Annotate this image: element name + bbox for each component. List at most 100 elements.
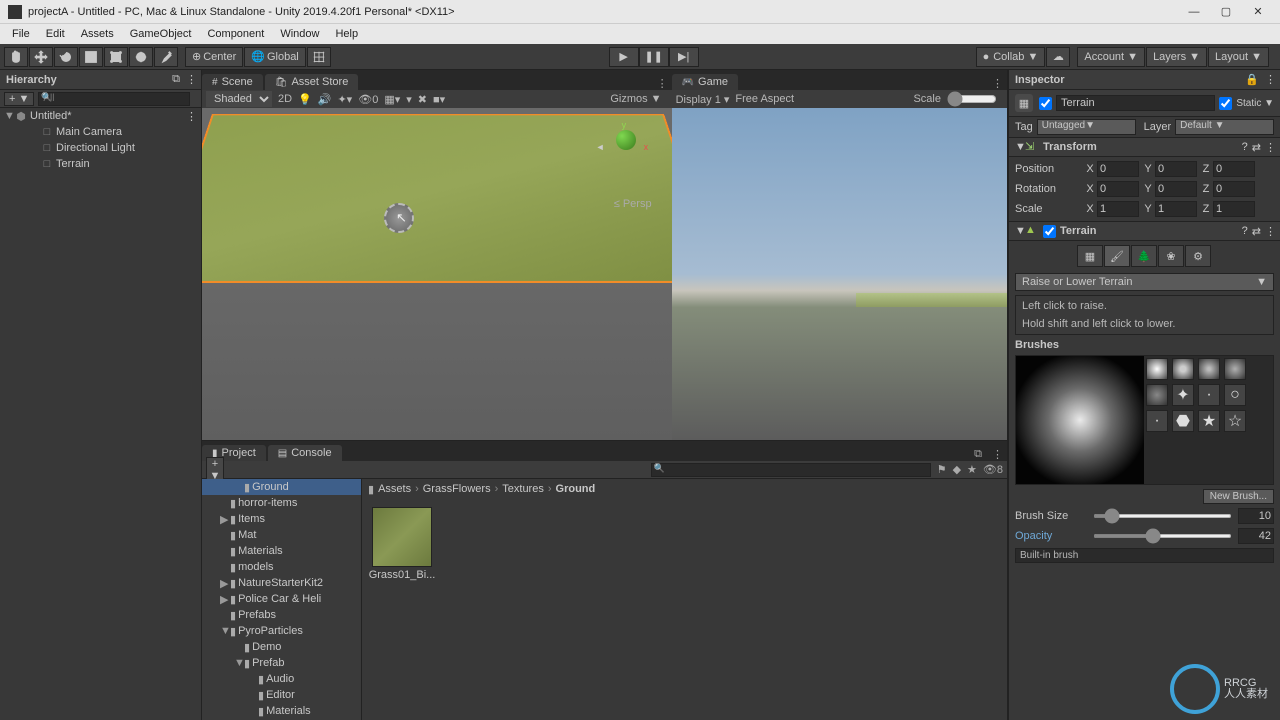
hand-tool-button[interactable]: [4, 47, 28, 67]
game-scale-slider[interactable]: [947, 91, 997, 107]
close-button[interactable]: ✕: [1244, 2, 1272, 22]
brush-item-3[interactable]: [1198, 358, 1220, 380]
scene-light-toggle[interactable]: 💡: [298, 93, 312, 106]
scene-viewport[interactable]: ↖ y x ◄ ≤ Persp: [202, 108, 672, 440]
project-popout-icon[interactable]: ⧉: [970, 448, 986, 461]
layers-dropdown[interactable]: Layers ▼: [1146, 47, 1207, 67]
pause-button[interactable]: ❚❚: [639, 47, 669, 67]
layout-dropdown[interactable]: Layout ▼: [1208, 47, 1269, 67]
help-icon[interactable]: ?: [1242, 225, 1248, 237]
gameobject-name-input[interactable]: [1056, 95, 1215, 111]
menu-component[interactable]: Component: [199, 28, 272, 40]
pivot-toggle[interactable]: ⊕Center: [185, 47, 243, 67]
terrain-create-neighbor-button[interactable]: ▦: [1077, 245, 1103, 267]
inspector-lock-icon[interactable]: 🔒: [1245, 73, 1259, 86]
persp-label[interactable]: ≤ Persp: [614, 198, 652, 210]
brush-item-star-outline[interactable]: ☆: [1224, 410, 1246, 432]
brush-item-cross[interactable]: ✦: [1172, 384, 1194, 406]
folder-items[interactable]: ▶▮Items: [202, 511, 361, 527]
scene-menu-icon[interactable]: ⋮: [186, 110, 195, 123]
collab-dropdown[interactable]: ●Collab ▼: [976, 47, 1046, 67]
tab-scene[interactable]: #Scene: [202, 74, 263, 90]
terrain-details-button[interactable]: ❀: [1158, 245, 1184, 267]
scene-tab-menu-icon[interactable]: ⋮: [651, 77, 672, 90]
brush-item-9[interactable]: ·: [1146, 410, 1168, 432]
preset-icon[interactable]: ⇄: [1252, 225, 1261, 238]
folder-mat[interactable]: ▮Mat: [202, 527, 361, 543]
hierarchy-menu-icon[interactable]: ⋮: [186, 73, 195, 86]
scene-fx-toggle[interactable]: ✦▾: [337, 93, 352, 106]
scene-camera-icon[interactable]: ■▾: [433, 93, 445, 106]
favorites-filter-icon[interactable]: ★: [967, 463, 977, 476]
tag-dropdown[interactable]: Untagged▼: [1037, 119, 1136, 135]
opacity-value[interactable]: 42: [1238, 528, 1274, 544]
breadcrumb-textures[interactable]: Textures: [502, 483, 544, 495]
rect-tool-button[interactable]: [104, 47, 128, 67]
maximize-button[interactable]: ▢: [1212, 2, 1240, 22]
terrain-trees-button[interactable]: 🌲: [1131, 245, 1157, 267]
hierarchy-search-input[interactable]: [38, 92, 190, 106]
brush-item-star[interactable]: ★: [1198, 410, 1220, 432]
hierarchy-scene-row[interactable]: ▼⬢ Untitled* ⋮: [0, 108, 201, 124]
component-menu-icon[interactable]: ⋮: [1265, 225, 1274, 238]
brush-item-4[interactable]: [1224, 358, 1246, 380]
brush-item-hex[interactable]: ⬣: [1172, 410, 1194, 432]
breadcrumb-assets[interactable]: Assets: [378, 483, 411, 495]
scale-x-input[interactable]: [1097, 201, 1139, 217]
game-tab-menu-icon[interactable]: ⋮: [986, 77, 1007, 90]
opacity-slider[interactable]: [1093, 534, 1232, 538]
layer-dropdown[interactable]: Default ▼: [1175, 119, 1274, 135]
folder-prefabs[interactable]: ▮Prefabs: [202, 607, 361, 623]
terrain-foldout-icon[interactable]: ▼: [1015, 225, 1025, 237]
toggle-2d[interactable]: 2D: [278, 93, 292, 105]
step-button[interactable]: ▶|: [669, 47, 699, 67]
scene-camera-toggle[interactable]: ▦▾: [384, 93, 400, 106]
brush-item-7[interactable]: ·: [1198, 384, 1220, 406]
brush-size-value[interactable]: 10: [1238, 508, 1274, 524]
folder-editor[interactable]: ▮Editor: [202, 687, 361, 703]
terrain-paint-button[interactable]: 🖌: [1104, 245, 1130, 267]
hierarchy-item-main-camera[interactable]: □Main Camera: [0, 124, 201, 140]
rotation-x-input[interactable]: [1097, 181, 1139, 197]
hidden-packages-icon[interactable]: 👁8: [983, 463, 1003, 476]
folder-horror-items[interactable]: ▮horror-items: [202, 495, 361, 511]
custom-tool-button[interactable]: [154, 47, 178, 67]
help-icon[interactable]: ?: [1242, 141, 1248, 153]
game-display-dropdown[interactable]: Display 1 ▾: [676, 93, 730, 106]
folder-materials[interactable]: ▮Materials: [202, 703, 361, 719]
menu-file[interactable]: File: [4, 28, 38, 40]
folder-models[interactable]: ▮models: [202, 559, 361, 575]
handle-toggle[interactable]: 🌐Global: [244, 47, 306, 67]
project-menu-icon[interactable]: ⋮: [986, 448, 1007, 461]
move-tool-button[interactable]: [29, 47, 53, 67]
snap-button[interactable]: [307, 47, 331, 67]
folder-audio[interactable]: ▮Audio: [202, 671, 361, 687]
hierarchy-item-directional-light[interactable]: □Directional Light: [0, 140, 201, 156]
tab-game[interactable]: 🎮Game: [672, 74, 738, 90]
folder-naturestarterkit2[interactable]: ▶▮NatureStarterKit2: [202, 575, 361, 591]
brush-item-2[interactable]: [1172, 358, 1194, 380]
hierarchy-popout-icon[interactable]: ⧉: [172, 73, 180, 86]
menu-assets[interactable]: Assets: [73, 28, 122, 40]
cloud-button[interactable]: ☁: [1046, 47, 1070, 67]
rotation-y-input[interactable]: [1155, 181, 1197, 197]
project-search-input[interactable]: [651, 463, 931, 477]
minimize-button[interactable]: —: [1180, 2, 1208, 22]
rotate-tool-button[interactable]: [54, 47, 78, 67]
scale-y-input[interactable]: [1155, 201, 1197, 217]
static-checkbox[interactable]: [1219, 97, 1232, 110]
folder-demo[interactable]: ▮Demo: [202, 639, 361, 655]
rotation-z-input[interactable]: [1213, 181, 1255, 197]
brush-item-8[interactable]: ○: [1224, 384, 1246, 406]
folder-prefab[interactable]: ▼▮Prefab: [202, 655, 361, 671]
scene-audio-toggle[interactable]: 🔊: [318, 93, 332, 106]
orientation-gizmo[interactable]: y x ◄: [594, 120, 654, 180]
filter-by-type-icon[interactable]: ⚑: [937, 463, 947, 476]
folder-materials[interactable]: ▮Materials: [202, 543, 361, 559]
gizmos-dropdown[interactable]: Gizmos ▼: [610, 93, 661, 105]
static-dropdown[interactable]: Static ▼: [1236, 98, 1274, 109]
terrain-settings-button[interactable]: ⚙: [1185, 245, 1211, 267]
folder-pyroparticles[interactable]: ▼▮PyroParticles: [202, 623, 361, 639]
position-y-input[interactable]: [1155, 161, 1197, 177]
menu-help[interactable]: Help: [327, 28, 366, 40]
